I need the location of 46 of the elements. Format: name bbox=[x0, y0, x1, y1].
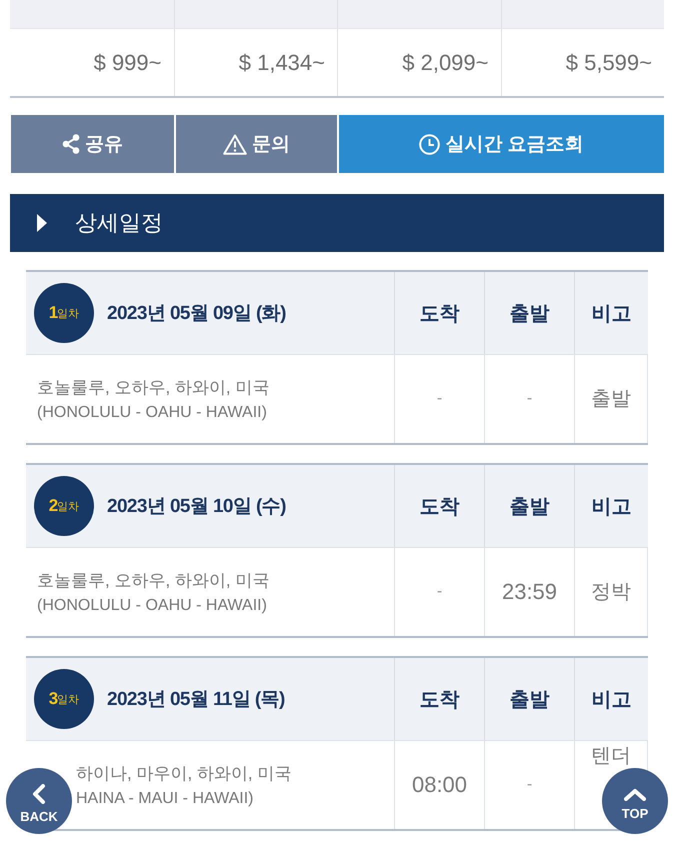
day-badge: 2일차 bbox=[34, 476, 94, 536]
chevron-up-icon bbox=[624, 788, 646, 800]
port-name: 호놀룰루, 오하우, 하와이, 미국 bbox=[37, 376, 270, 398]
warning-icon bbox=[223, 134, 247, 154]
port-name-english: HAINA - MAUI - HAWAII) bbox=[76, 788, 254, 808]
departure-time: - bbox=[526, 390, 532, 408]
note-text: 출발 bbox=[591, 387, 631, 411]
inquiry-button[interactable]: 문의 bbox=[176, 115, 337, 173]
column-header: 출발 bbox=[484, 272, 574, 354]
port-name-english: (HONOLULU - OAHU - HAWAII) bbox=[37, 596, 267, 616]
arrival-time: - bbox=[436, 583, 442, 601]
price-cell-text: $ 999~ bbox=[92, 48, 162, 76]
column-header: 비고 bbox=[574, 272, 648, 354]
chevron-left-icon bbox=[32, 784, 46, 804]
top-button[interactable]: TOP bbox=[602, 768, 668, 834]
share-button[interactable]: 공유 bbox=[11, 115, 174, 173]
column-header: 도착 bbox=[394, 658, 484, 740]
note-text: 텐더 bbox=[591, 744, 631, 768]
day-badge: 1일차 bbox=[34, 283, 94, 343]
section-title: 상세일정 bbox=[75, 209, 163, 237]
day-date: 2023년 05월 09일 (화) bbox=[107, 302, 286, 326]
departure-time: 23:59 bbox=[502, 579, 558, 605]
fare-lookup-button[interactable]: 실시간 요금조회 bbox=[339, 115, 664, 173]
column-header: 도착 bbox=[394, 465, 484, 547]
price-cell: $ 2,099~ bbox=[337, 29, 500, 96]
port-name: 하이나, 마우이, 하와이, 미국 bbox=[76, 762, 292, 784]
arrival-time: - bbox=[436, 390, 442, 408]
caret-icon bbox=[37, 214, 47, 232]
share-icon bbox=[62, 134, 80, 154]
port-name: 호놀룰루, 오하우, 하와이, 미국 bbox=[37, 570, 270, 592]
day-date: 2023년 05월 11일 (목) bbox=[107, 688, 285, 712]
port-name-english: (HONOLULU - OAHU - HAWAII) bbox=[37, 402, 267, 422]
price-cell: $ 1,434~ bbox=[174, 29, 337, 96]
column-header: 도착 bbox=[394, 272, 484, 354]
column-header: 비고 bbox=[574, 658, 648, 740]
clock-icon bbox=[419, 134, 440, 154]
departure-time: - bbox=[526, 776, 532, 794]
price-cell: $ 5,599~ bbox=[500, 29, 664, 96]
day-date: 2023년 05월 10일 (수) bbox=[107, 495, 286, 519]
back-button[interactable]: BACK bbox=[6, 768, 72, 834]
day-badge: 3일차 bbox=[34, 669, 94, 729]
arrival-time: 08:00 bbox=[412, 772, 468, 798]
column-header: 출발 bbox=[484, 465, 574, 547]
column-header: 비고 bbox=[574, 465, 648, 547]
column-header: 출발 bbox=[484, 658, 574, 740]
note-text: 정박 bbox=[591, 580, 631, 604]
